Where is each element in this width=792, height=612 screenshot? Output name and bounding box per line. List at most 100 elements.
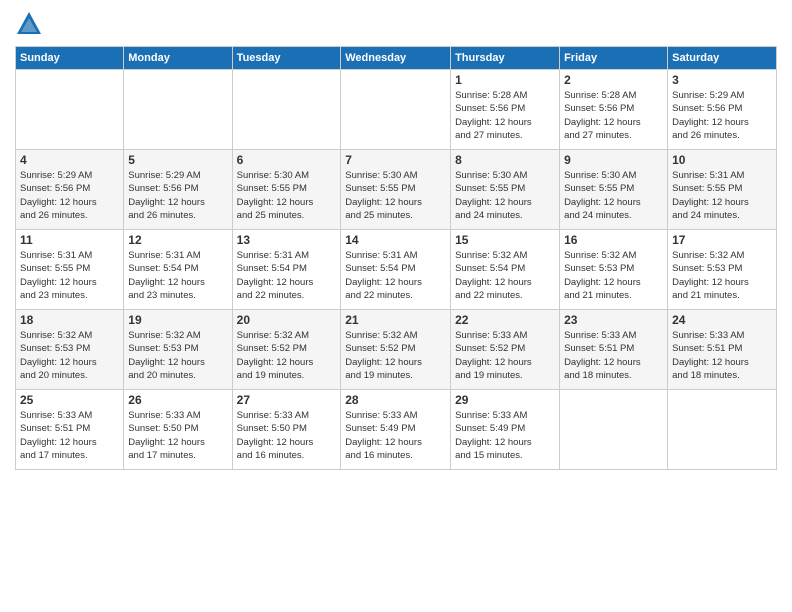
day-number: 25 — [20, 393, 119, 407]
calendar-header-monday: Monday — [124, 47, 232, 70]
day-detail: Sunrise: 5:33 AM Sunset: 5:51 PM Dayligh… — [564, 329, 663, 382]
calendar-cell: 10 Sunrise: 5:31 AM Sunset: 5:55 PM Dayli… — [668, 150, 777, 230]
calendar-cell: 20 Sunrise: 5:32 AM Sunset: 5:52 PM Dayli… — [232, 310, 341, 390]
day-detail: Sunrise: 5:31 AM Sunset: 5:54 PM Dayligh… — [345, 249, 446, 302]
day-detail: Sunrise: 5:30 AM Sunset: 5:55 PM Dayligh… — [237, 169, 337, 222]
day-number: 4 — [20, 153, 119, 167]
day-number: 10 — [672, 153, 772, 167]
day-number: 23 — [564, 313, 663, 327]
day-detail: Sunrise: 5:28 AM Sunset: 5:56 PM Dayligh… — [455, 89, 555, 142]
calendar-week-1: 1 Sunrise: 5:28 AM Sunset: 5:56 PM Daylig… — [16, 70, 777, 150]
logo-icon — [15, 10, 43, 38]
calendar-cell: 22 Sunrise: 5:33 AM Sunset: 5:52 PM Dayli… — [451, 310, 560, 390]
calendar-week-4: 18 Sunrise: 5:32 AM Sunset: 5:53 PM Dayli… — [16, 310, 777, 390]
day-detail: Sunrise: 5:30 AM Sunset: 5:55 PM Dayligh… — [455, 169, 555, 222]
calendar-header-tuesday: Tuesday — [232, 47, 341, 70]
day-detail: Sunrise: 5:33 AM Sunset: 5:49 PM Dayligh… — [455, 409, 555, 462]
day-number: 1 — [455, 73, 555, 87]
day-number: 9 — [564, 153, 663, 167]
day-number: 19 — [128, 313, 227, 327]
calendar-header-saturday: Saturday — [668, 47, 777, 70]
calendar-cell: 8 Sunrise: 5:30 AM Sunset: 5:55 PM Daylig… — [451, 150, 560, 230]
day-detail: Sunrise: 5:29 AM Sunset: 5:56 PM Dayligh… — [672, 89, 772, 142]
day-number: 11 — [20, 233, 119, 247]
calendar-header-thursday: Thursday — [451, 47, 560, 70]
header — [15, 10, 777, 38]
calendar-table: SundayMondayTuesdayWednesdayThursdayFrid… — [15, 46, 777, 470]
calendar-cell: 19 Sunrise: 5:32 AM Sunset: 5:53 PM Dayli… — [124, 310, 232, 390]
calendar-header-sunday: Sunday — [16, 47, 124, 70]
calendar-header-wednesday: Wednesday — [341, 47, 451, 70]
day-number: 29 — [455, 393, 555, 407]
day-detail: Sunrise: 5:32 AM Sunset: 5:52 PM Dayligh… — [345, 329, 446, 382]
calendar-cell: 17 Sunrise: 5:32 AM Sunset: 5:53 PM Dayli… — [668, 230, 777, 310]
calendar-cell: 26 Sunrise: 5:33 AM Sunset: 5:50 PM Dayli… — [124, 390, 232, 470]
calendar-week-3: 11 Sunrise: 5:31 AM Sunset: 5:55 PM Dayli… — [16, 230, 777, 310]
calendar-cell: 3 Sunrise: 5:29 AM Sunset: 5:56 PM Daylig… — [668, 70, 777, 150]
day-number: 15 — [455, 233, 555, 247]
day-number: 2 — [564, 73, 663, 87]
calendar-cell: 25Sunrise: 5:33 AM Sunset: 5:51 PM Dayli… — [16, 390, 124, 470]
day-detail: Sunrise: 5:30 AM Sunset: 5:55 PM Dayligh… — [345, 169, 446, 222]
calendar-cell: 13Sunrise: 5:31 AM Sunset: 5:54 PM Dayli… — [232, 230, 341, 310]
day-detail: Sunrise: 5:33 AM Sunset: 5:51 PM Dayligh… — [672, 329, 772, 382]
day-number: 26 — [128, 393, 227, 407]
calendar-cell: 7 Sunrise: 5:30 AM Sunset: 5:55 PM Daylig… — [341, 150, 451, 230]
day-number: 17 — [672, 233, 772, 247]
calendar-week-2: 4 Sunrise: 5:29 AM Sunset: 5:56 PM Daylig… — [16, 150, 777, 230]
day-number: 28 — [345, 393, 446, 407]
calendar-cell: 29 Sunrise: 5:33 AM Sunset: 5:49 PM Dayli… — [451, 390, 560, 470]
calendar-cell — [341, 70, 451, 150]
calendar-cell: 27Sunrise: 5:33 AM Sunset: 5:50 PM Dayli… — [232, 390, 341, 470]
day-number: 14 — [345, 233, 446, 247]
day-detail: Sunrise: 5:30 AM Sunset: 5:55 PM Dayligh… — [564, 169, 663, 222]
calendar-cell: 4 Sunrise: 5:29 AM Sunset: 5:56 PM Daylig… — [16, 150, 124, 230]
day-number: 5 — [128, 153, 227, 167]
day-detail: Sunrise: 5:31 AM Sunset: 5:55 PM Dayligh… — [20, 249, 119, 302]
day-detail: Sunrise: 5:31 AM Sunset: 5:55 PM Dayligh… — [672, 169, 772, 222]
calendar-cell: 21Sunrise: 5:32 AM Sunset: 5:52 PM Dayli… — [341, 310, 451, 390]
calendar-cell: 16Sunrise: 5:32 AM Sunset: 5:53 PM Dayli… — [560, 230, 668, 310]
day-detail: Sunrise: 5:33 AM Sunset: 5:52 PM Dayligh… — [455, 329, 555, 382]
day-number: 12 — [128, 233, 227, 247]
day-detail: Sunrise: 5:31 AM Sunset: 5:54 PM Dayligh… — [128, 249, 227, 302]
calendar-cell — [560, 390, 668, 470]
day-detail: Sunrise: 5:32 AM Sunset: 5:53 PM Dayligh… — [128, 329, 227, 382]
day-number: 20 — [237, 313, 337, 327]
day-number: 13 — [237, 233, 337, 247]
day-number: 3 — [672, 73, 772, 87]
calendar-cell: 28Sunrise: 5:33 AM Sunset: 5:49 PM Dayli… — [341, 390, 451, 470]
day-number: 7 — [345, 153, 446, 167]
page: SundayMondayTuesdayWednesdayThursdayFrid… — [0, 0, 792, 612]
day-detail: Sunrise: 5:29 AM Sunset: 5:56 PM Dayligh… — [20, 169, 119, 222]
calendar-header-row: SundayMondayTuesdayWednesdayThursdayFrid… — [16, 47, 777, 70]
calendar-cell — [124, 70, 232, 150]
day-detail: Sunrise: 5:33 AM Sunset: 5:50 PM Dayligh… — [128, 409, 227, 462]
calendar-cell: 5 Sunrise: 5:29 AM Sunset: 5:56 PM Daylig… — [124, 150, 232, 230]
calendar-cell: 11 Sunrise: 5:31 AM Sunset: 5:55 PM Dayli… — [16, 230, 124, 310]
calendar-cell — [668, 390, 777, 470]
calendar-cell — [16, 70, 124, 150]
calendar-cell — [232, 70, 341, 150]
day-number: 22 — [455, 313, 555, 327]
day-detail: Sunrise: 5:32 AM Sunset: 5:52 PM Dayligh… — [237, 329, 337, 382]
day-detail: Sunrise: 5:32 AM Sunset: 5:53 PM Dayligh… — [672, 249, 772, 302]
day-detail: Sunrise: 5:32 AM Sunset: 5:53 PM Dayligh… — [564, 249, 663, 302]
calendar-cell: 14 Sunrise: 5:31 AM Sunset: 5:54 PM Dayli… — [341, 230, 451, 310]
calendar-cell: 6Sunrise: 5:30 AM Sunset: 5:55 PM Daylig… — [232, 150, 341, 230]
day-detail: Sunrise: 5:32 AM Sunset: 5:53 PM Dayligh… — [20, 329, 119, 382]
day-detail: Sunrise: 5:28 AM Sunset: 5:56 PM Dayligh… — [564, 89, 663, 142]
day-number: 8 — [455, 153, 555, 167]
calendar-cell: 15Sunrise: 5:32 AM Sunset: 5:54 PM Dayli… — [451, 230, 560, 310]
calendar-header-friday: Friday — [560, 47, 668, 70]
day-number: 24 — [672, 313, 772, 327]
calendar-week-5: 25Sunrise: 5:33 AM Sunset: 5:51 PM Dayli… — [16, 390, 777, 470]
calendar-cell: 9 Sunrise: 5:30 AM Sunset: 5:55 PM Daylig… — [560, 150, 668, 230]
calendar-cell: 2 Sunrise: 5:28 AM Sunset: 5:56 PM Daylig… — [560, 70, 668, 150]
calendar-cell: 23 Sunrise: 5:33 AM Sunset: 5:51 PM Dayli… — [560, 310, 668, 390]
day-detail: Sunrise: 5:33 AM Sunset: 5:50 PM Dayligh… — [237, 409, 337, 462]
day-detail: Sunrise: 5:29 AM Sunset: 5:56 PM Dayligh… — [128, 169, 227, 222]
day-number: 18 — [20, 313, 119, 327]
calendar-cell: 24 Sunrise: 5:33 AM Sunset: 5:51 PM Dayli… — [668, 310, 777, 390]
calendar-cell: 18 Sunrise: 5:32 AM Sunset: 5:53 PM Dayli… — [16, 310, 124, 390]
